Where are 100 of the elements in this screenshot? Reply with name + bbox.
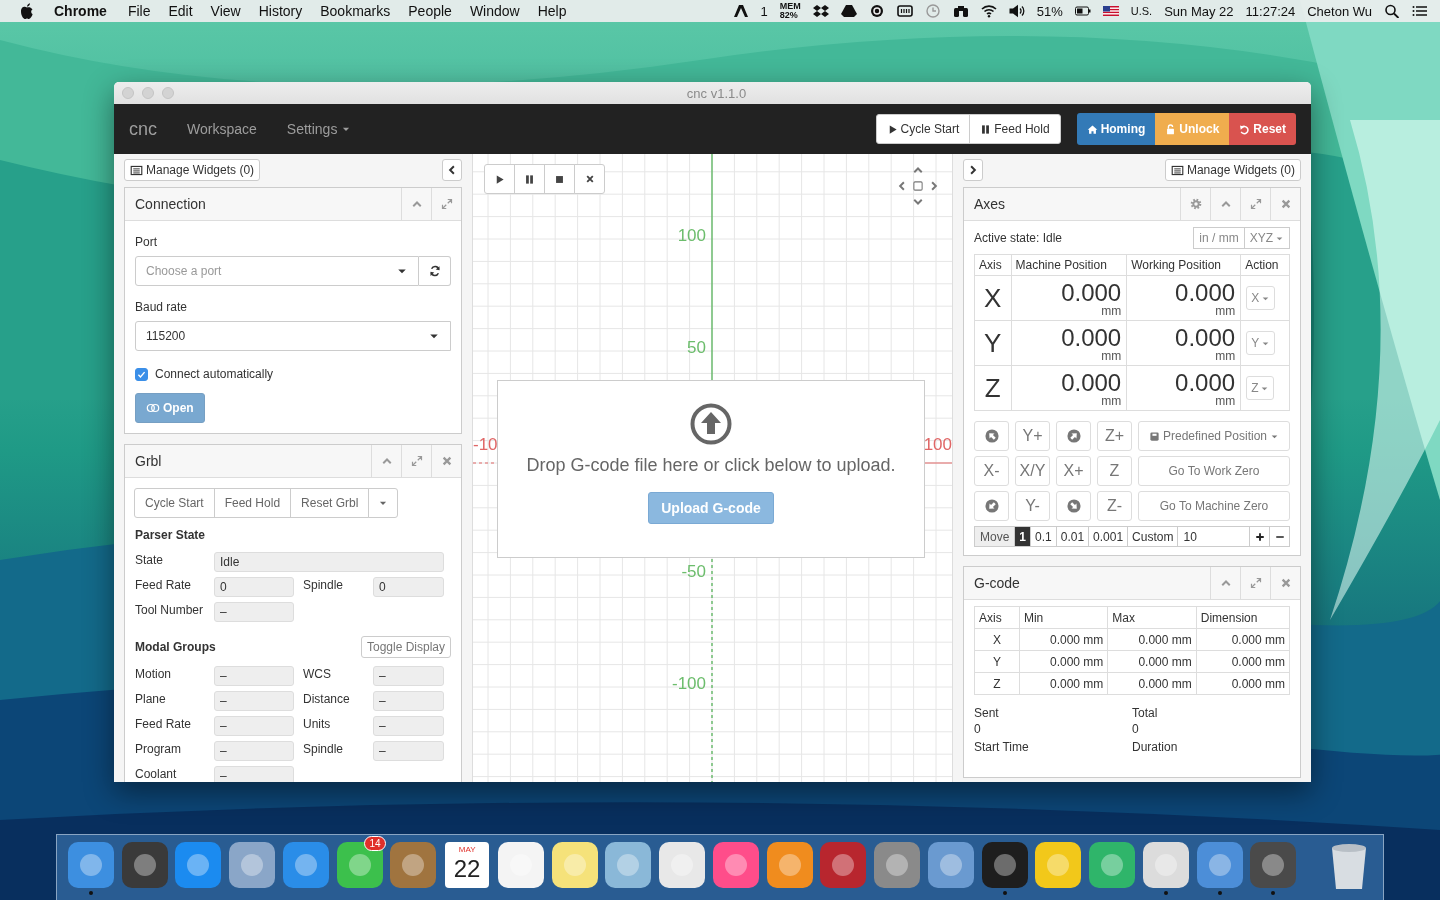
- close-button[interactable]: [574, 164, 605, 194]
- brand-logo[interactable]: cnc: [129, 118, 157, 140]
- control-button[interactable]: Cycle Start: [875, 114, 971, 144]
- action-button[interactable]: Homing: [1076, 113, 1156, 145]
- increase-button[interactable]: [1250, 526, 1270, 547]
- jog-button[interactable]: X/Y: [1015, 456, 1050, 486]
- baud-rate-select[interactable]: 115200: [135, 321, 451, 351]
- axis-action-dropdown[interactable]: X: [1246, 286, 1276, 310]
- app-icon[interactable]: [175, 842, 222, 888]
- menu-item[interactable]: Window: [460, 3, 529, 19]
- menu-item[interactable]: View: [201, 3, 250, 19]
- axis-action-dropdown[interactable]: Z: [1246, 376, 1275, 400]
- calendar-month: MAY: [458, 845, 476, 855]
- menu-item[interactable]: Edit: [159, 3, 202, 19]
- step-button[interactable]: 0.001: [1089, 526, 1129, 547]
- jog-button[interactable]: [1056, 421, 1091, 451]
- app-icon[interactable]: [1142, 842, 1189, 888]
- jog-button[interactable]: [974, 491, 1009, 521]
- input-source[interactable]: U.S.: [1130, 5, 1153, 17]
- app-icon[interactable]: [1250, 842, 1297, 888]
- menu-clock[interactable]: 11:27:24: [1245, 3, 1296, 19]
- apple-icon[interactable]: [20, 3, 34, 19]
- app-icon[interactable]: [712, 842, 759, 888]
- menu-item[interactable]: Help: [528, 3, 576, 19]
- field-label: Spindle: [303, 577, 345, 593]
- value-field: –: [373, 666, 444, 686]
- stop-button[interactable]: [544, 164, 575, 194]
- step-button[interactable]: 0.1: [1031, 526, 1057, 547]
- jog-button[interactable]: Y-: [1015, 491, 1050, 521]
- battery-percent: 51%: [1036, 3, 1063, 19]
- collapse-sidebar-button[interactable]: [442, 159, 462, 181]
- column-header: Max: [1107, 606, 1197, 629]
- predefined-position-button[interactable]: Predefined Position: [1138, 421, 1290, 451]
- axis-action-dropdown[interactable]: Y: [1246, 331, 1276, 355]
- grbl-command-button[interactable]: Cycle Start: [134, 488, 215, 518]
- axes-dropdown[interactable]: XYZ: [1243, 227, 1290, 249]
- action-button[interactable]: Reset: [1229, 113, 1296, 145]
- menu-item[interactable]: File: [118, 3, 160, 19]
- jog-button[interactable]: Z: [1097, 456, 1132, 486]
- grbl-command-button[interactable]: Reset Grbl: [290, 488, 370, 518]
- memory-value: 82%: [779, 11, 799, 20]
- app-icon[interactable]: [659, 842, 706, 888]
- nav-link[interactable]: Settings: [271, 121, 367, 137]
- app-icon[interactable]: [927, 842, 974, 888]
- menu-item[interactable]: Bookmarks: [311, 3, 400, 19]
- column-header: Axis: [974, 254, 1011, 276]
- step-button[interactable]: Custom: [1128, 526, 1179, 547]
- custom-step-field[interactable]: 10: [1178, 526, 1250, 547]
- go-to-work-zero-button[interactable]: Go To Work Zero: [1138, 456, 1290, 486]
- calendar-icon[interactable]: MAY 22: [445, 842, 490, 888]
- go-to-machine-zero-button[interactable]: Go To Machine Zero: [1138, 491, 1290, 521]
- memory-label: MEM: [779, 2, 801, 11]
- app-icon[interactable]: [67, 842, 114, 888]
- app-icon[interactable]: [282, 842, 329, 888]
- value-field: –: [214, 666, 294, 686]
- app-icon[interactable]: [1196, 842, 1243, 888]
- axis-label: -100: [671, 674, 706, 694]
- jog-button[interactable]: X-: [974, 456, 1009, 486]
- app-icon[interactable]: [1035, 842, 1082, 888]
- reset-view-button[interactable]: [910, 178, 926, 194]
- decrease-button[interactable]: [1270, 526, 1290, 547]
- app-icon[interactable]: [1089, 842, 1136, 888]
- nav-link[interactable]: Workspace: [172, 121, 272, 137]
- app-menu[interactable]: Chrome: [34, 3, 119, 19]
- app-icon[interactable]: [605, 842, 652, 888]
- field-label: Tool Number: [135, 602, 205, 618]
- menu-date[interactable]: Sun May 22: [1164, 3, 1234, 19]
- run-button[interactable]: [484, 164, 515, 194]
- app-icon[interactable]: [981, 842, 1028, 888]
- app-icon[interactable]: [390, 842, 437, 888]
- user-name[interactable]: Cheton Wu: [1307, 3, 1372, 19]
- toggle-display-button[interactable]: Toggle Display: [360, 636, 451, 658]
- jog-button[interactable]: [1056, 491, 1091, 521]
- value-field: –: [214, 691, 294, 711]
- app-icon[interactable]: [551, 842, 598, 888]
- jog-button[interactable]: Z+: [1097, 421, 1132, 451]
- menu-item[interactable]: History: [249, 3, 312, 19]
- jog-button[interactable]: X+: [1056, 456, 1091, 486]
- units-button[interactable]: in / mm: [1193, 227, 1245, 249]
- jog-button[interactable]: Y+: [1015, 421, 1050, 451]
- collapse-sidebar-button[interactable]: [963, 159, 983, 181]
- app-icon[interactable]: [766, 842, 813, 888]
- app-icon[interactable]: [121, 842, 168, 888]
- app-icon[interactable]: [497, 842, 544, 888]
- app-icon[interactable]: [874, 842, 921, 888]
- field-label: Spindle: [303, 741, 345, 757]
- manage-widgets-button[interactable]: Manage Widgets (0): [124, 159, 261, 181]
- window-title: cnc v1.1.0: [685, 85, 748, 101]
- pause-button[interactable]: [514, 164, 545, 194]
- app-icon[interactable]: [229, 842, 276, 888]
- jog-button[interactable]: Z-: [1097, 491, 1132, 521]
- grbl-command-button[interactable]: Feed Hold: [213, 488, 292, 518]
- menu-item[interactable]: People: [399, 3, 461, 19]
- step-button[interactable]: 0.01: [1056, 526, 1090, 547]
- jog-button[interactable]: [974, 421, 1009, 451]
- control-button[interactable]: Feed Hold: [969, 114, 1061, 144]
- step-button[interactable]: 1: [1015, 526, 1032, 547]
- manage-widgets-button[interactable]: Manage Widgets (0): [1164, 159, 1301, 181]
- refresh-button[interactable]: [419, 256, 451, 286]
- checkbox[interactable]: [135, 367, 148, 381]
